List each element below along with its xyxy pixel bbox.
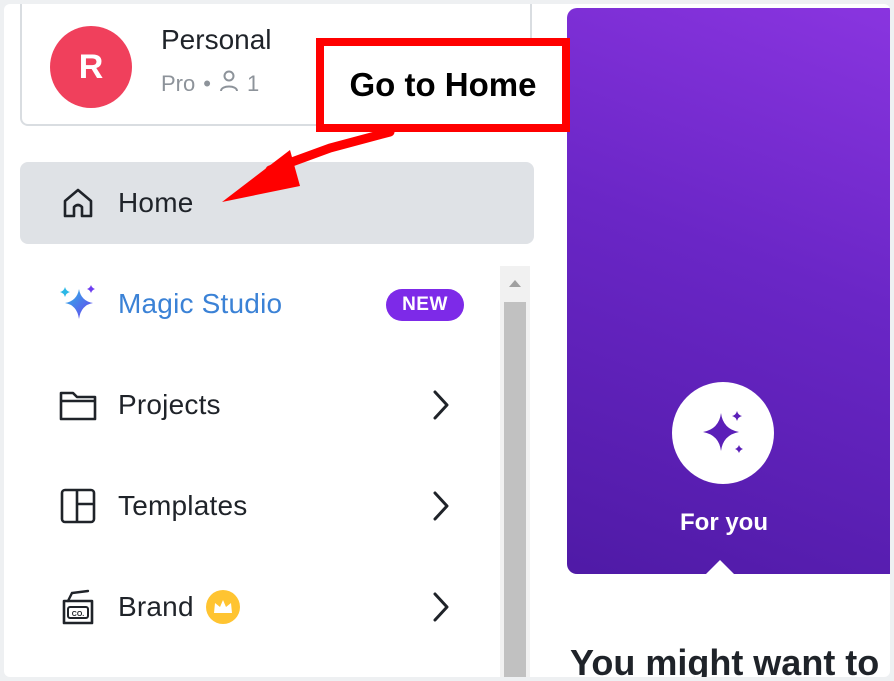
account-meta: Pro • 1 <box>161 70 259 98</box>
plan-label: Pro <box>161 71 196 96</box>
sidebar-item-label: Brand <box>118 591 194 622</box>
chevron-right-icon[interactable] <box>430 590 452 624</box>
sidebar-item-label: Magic Studio <box>118 288 283 319</box>
folder-icon <box>56 383 100 427</box>
for-you-hero-tab[interactable] <box>567 8 890 574</box>
sidebar-item-projects[interactable]: Projects <box>20 364 534 446</box>
section-heading: You might want to <box>570 642 880 677</box>
svg-text:CO.: CO. <box>72 611 85 618</box>
meta-separator: • <box>203 71 211 96</box>
new-badge: NEW <box>386 289 464 321</box>
sidebar-item-templates[interactable]: Templates <box>20 465 534 547</box>
members-count: 1 <box>246 71 260 96</box>
brand-kit-icon: CO. <box>56 585 100 629</box>
sidebar-item-label: Home <box>118 187 194 218</box>
templates-icon <box>56 484 100 528</box>
avatar: R <box>50 26 132 108</box>
selected-tab-pointer <box>704 560 736 576</box>
annotation-callout: Go to Home <box>316 38 570 132</box>
person-icon <box>219 70 239 98</box>
callout-text: Go to Home <box>349 66 537 103</box>
sidebar-item-magic-studio[interactable]: Magic Studio NEW <box>20 263 534 345</box>
sidebar-scrollbar[interactable] <box>500 266 530 677</box>
scrollbar-thumb[interactable] <box>504 302 526 677</box>
sidebar-item-home[interactable]: Home <box>20 162 534 244</box>
for-you-sparkle-icon[interactable] <box>672 382 774 484</box>
home-icon <box>56 181 100 225</box>
for-you-label: For you <box>680 509 768 536</box>
sidebar-item-brand[interactable]: CO. Brand <box>20 566 534 648</box>
sparkle-icon <box>56 282 100 326</box>
crown-icon <box>205 590 240 624</box>
sidebar-item-label: Projects <box>118 389 221 420</box>
chevron-right-icon[interactable] <box>430 489 452 523</box>
sidebar-item-label: Templates <box>118 490 248 521</box>
account-name: Personal <box>161 24 272 55</box>
scroll-up-arrow-icon[interactable] <box>500 266 530 300</box>
chevron-right-icon[interactable] <box>430 388 452 422</box>
